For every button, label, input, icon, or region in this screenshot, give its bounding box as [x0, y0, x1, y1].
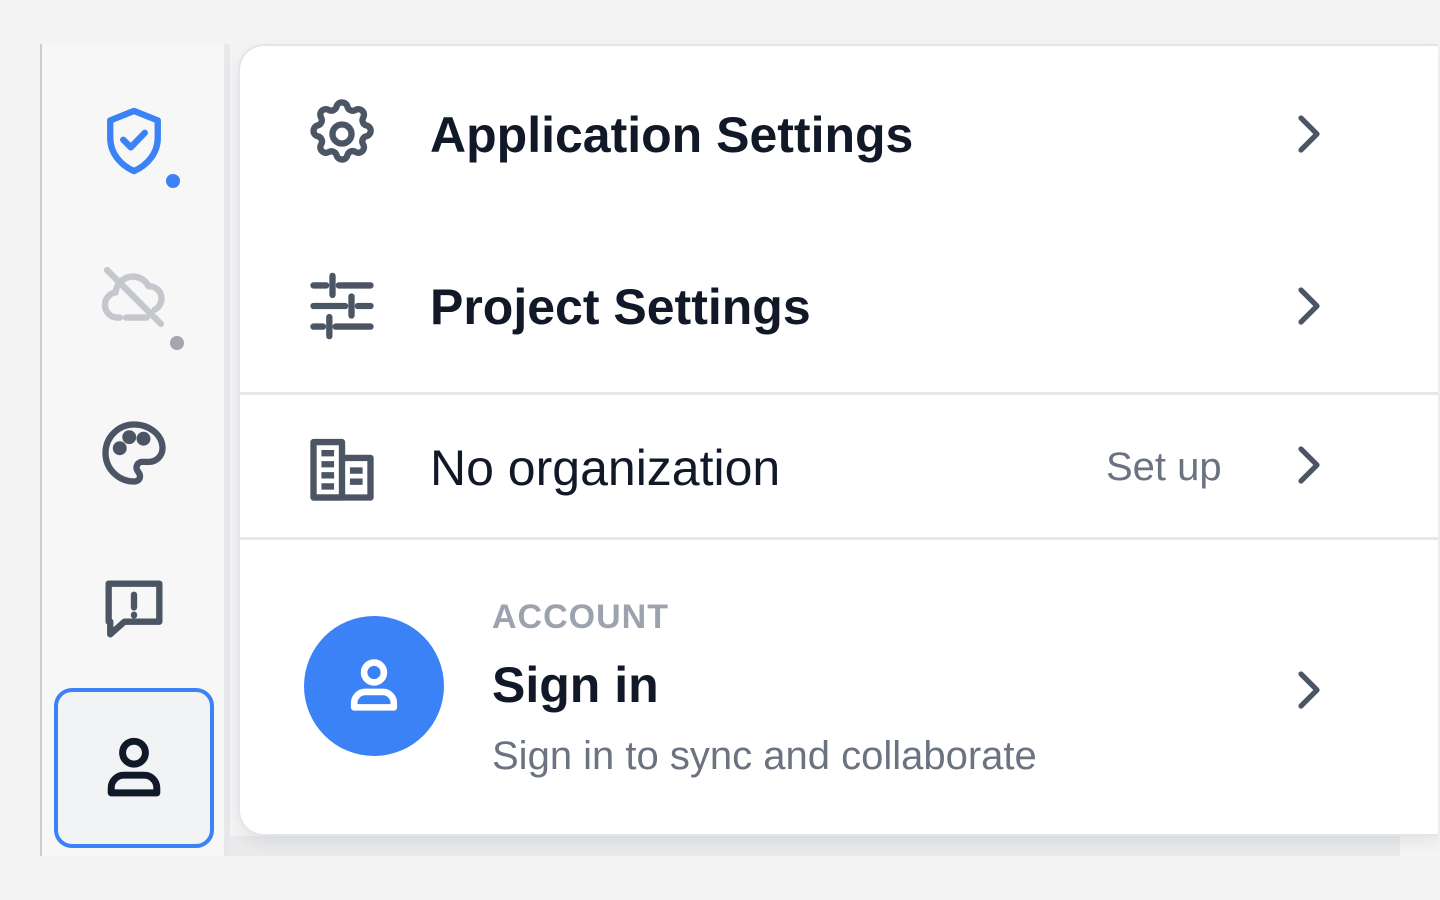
building-icon	[304, 431, 380, 507]
menu-item-project-settings[interactable]: Project Settings	[240, 218, 1438, 392]
user-avatar-icon	[341, 651, 407, 722]
sidebar-item-account[interactable]	[54, 688, 214, 848]
cloud-off-icon	[96, 259, 172, 340]
project-settings-label: Project Settings	[430, 279, 811, 335]
background-strip	[230, 836, 1400, 856]
application-settings-label: Application Settings	[430, 107, 914, 163]
sign-in-subtitle: Sign in to sync and collaborate	[492, 734, 1037, 778]
organization-label: No organization	[430, 440, 781, 496]
account-caption: ACCOUNT	[492, 598, 669, 636]
security-status-dot	[166, 174, 180, 188]
sync-status-dot	[170, 336, 184, 350]
sidebar-item-security[interactable]	[54, 88, 214, 198]
chevron-right-icon	[1292, 668, 1326, 712]
chevron-right-icon	[1292, 112, 1326, 156]
avatar	[304, 616, 444, 756]
user-icon	[96, 728, 172, 809]
gear-icon	[304, 96, 380, 172]
palette-icon	[96, 415, 172, 496]
sliders-icon	[304, 268, 380, 344]
menu-item-account[interactable]: ACCOUNT Sign in Sign in to sync and coll…	[240, 540, 1438, 834]
chevron-right-icon	[1292, 284, 1326, 328]
sidebar-item-feedback[interactable]	[54, 556, 214, 666]
sidebar-item-appearance[interactable]	[54, 400, 214, 510]
chevron-right-icon	[1292, 443, 1326, 487]
feedback-icon	[96, 571, 172, 652]
settings-menu-panel: Application Settings Project Settings No…	[238, 44, 1438, 836]
menu-item-organization[interactable]: No organization Set up	[240, 395, 1438, 537]
shield-check-icon	[96, 103, 172, 184]
menu-item-application-settings[interactable]: Application Settings	[240, 46, 1438, 218]
sign-in-title: Sign in	[492, 657, 659, 713]
sidebar-divider	[224, 44, 230, 856]
setup-link[interactable]: Set up	[1106, 445, 1222, 490]
sidebar-item-sync[interactable]	[54, 244, 214, 354]
